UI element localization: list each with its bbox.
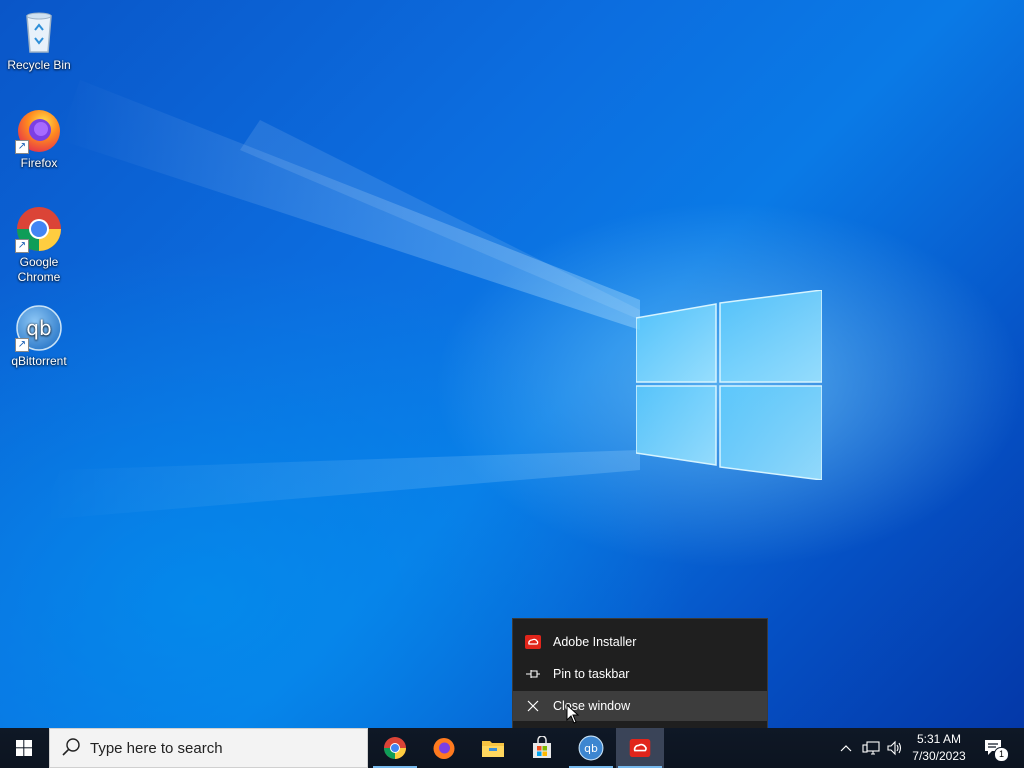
desktop-icon-qbittorrent[interactable]: qb ↗ qBittorrent — [4, 304, 74, 369]
jumplist-app-title[interactable]: Adobe Installer — [513, 627, 767, 657]
taskbar-app-qbittorrent[interactable]: qb — [567, 728, 615, 768]
svg-text:qb: qb — [26, 316, 51, 340]
desktop-icon-recycle-bin[interactable]: Recycle Bin — [4, 8, 74, 73]
start-button[interactable] — [0, 728, 48, 768]
pin-to-taskbar-label: Pin to taskbar — [553, 667, 630, 681]
mouse-cursor-icon — [566, 704, 580, 724]
notification-count-badge: 1 — [994, 747, 1009, 762]
taskbar: Type here to search qb 5:31 AM 7/30/2023… — [0, 728, 1024, 768]
desktop-icon-firefox[interactable]: ↗ Firefox — [4, 106, 74, 171]
desktop-icon-google-chrome[interactable]: ↗ Google Chrome — [4, 205, 74, 285]
close-icon — [513, 700, 553, 712]
taskbar-search-box[interactable]: Type here to search — [49, 728, 368, 768]
windows-logo-wallpaper — [636, 290, 822, 480]
pin-to-taskbar-item[interactable]: Pin to taskbar — [513, 659, 767, 689]
pin-icon — [513, 668, 553, 680]
network-icon — [862, 741, 880, 755]
desktop-icon-label: Google Chrome — [17, 255, 61, 284]
search-placeholder: Type here to search — [90, 739, 223, 757]
clock-date: 7/30/2023 — [912, 749, 966, 763]
clock-time: 5:31 AM — [916, 732, 962, 746]
taskbar-clock[interactable]: 5:31 AM 7/30/2023 — [904, 728, 974, 768]
volume-tray-button[interactable] — [884, 728, 906, 768]
search-icon — [62, 738, 80, 756]
jumplist-app-title-label: Adobe Installer — [553, 635, 637, 649]
store-icon — [533, 736, 551, 758]
taskbar-app-file-explorer[interactable] — [469, 728, 517, 768]
taskbar-app-microsoft-store[interactable] — [518, 728, 566, 768]
firefox-icon — [433, 738, 455, 759]
adobe-creative-cloud-icon — [629, 739, 651, 757]
chrome-icon — [384, 737, 406, 759]
desktop-icon-label: Recycle Bin — [7, 58, 71, 72]
svg-text:qb: qb — [584, 742, 598, 755]
shortcut-arrow-icon: ↗ — [15, 239, 29, 253]
taskbar-app-firefox[interactable] — [420, 728, 468, 768]
shortcut-arrow-icon: ↗ — [15, 140, 29, 154]
shortcut-arrow-icon: ↗ — [15, 338, 29, 352]
taskbar-app-adobe-installer[interactable] — [616, 728, 664, 768]
close-window-item[interactable]: Close window — [513, 691, 767, 721]
recycle-bin-icon — [15, 8, 63, 56]
chrome-icon: ↗ — [15, 205, 63, 253]
file-explorer-icon — [482, 741, 504, 757]
adobe-creative-cloud-icon — [513, 635, 553, 649]
chevron-up-icon — [840, 745, 852, 752]
show-hidden-icons-button[interactable] — [836, 728, 856, 768]
speaker-icon — [887, 740, 902, 756]
qbittorrent-icon: qb — [578, 735, 604, 761]
qbittorrent-icon: qb ↗ — [15, 304, 63, 352]
action-center-button[interactable]: 1 — [980, 728, 1009, 768]
taskbar-jump-list: Adobe Installer Pin to taskbar Close win… — [512, 618, 768, 728]
firefox-icon: ↗ — [15, 106, 63, 154]
taskbar-app-chrome[interactable] — [371, 728, 419, 768]
desktop-icon-label: qBittorrent — [11, 354, 67, 368]
network-tray-button[interactable] — [860, 728, 882, 768]
windows-start-icon — [16, 740, 32, 756]
desktop-icon-label: Firefox — [20, 156, 58, 170]
close-window-label: Close window — [553, 699, 631, 713]
